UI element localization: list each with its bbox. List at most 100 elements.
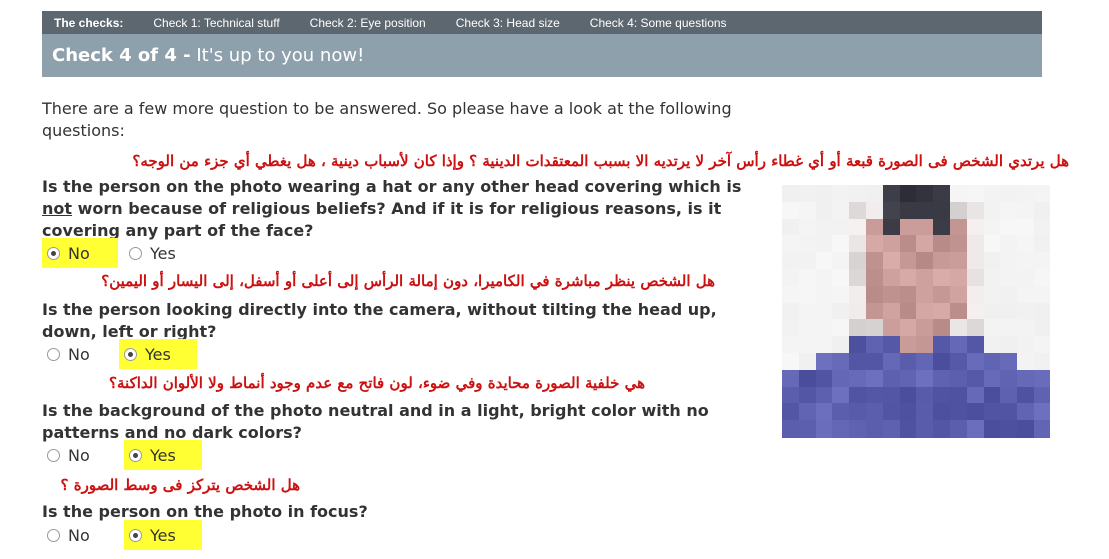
photo-pixel — [782, 403, 800, 422]
photo-pixel — [832, 403, 851, 422]
question-1-text-pre: Is the person on the photo wearing a hat… — [42, 177, 742, 196]
photo-pixel — [882, 201, 901, 220]
photo-pixel — [815, 269, 834, 287]
photo-pixel — [1034, 336, 1050, 354]
photo-pixel — [899, 353, 918, 371]
photo-pixel — [849, 235, 867, 254]
photo-pixel — [966, 403, 985, 422]
photo-pixel — [782, 285, 800, 304]
radio-selected-icon[interactable] — [129, 448, 142, 462]
photo-pixel — [1034, 403, 1050, 422]
photo-pixel — [1000, 319, 1019, 338]
photo-pixel — [983, 218, 1002, 237]
photo-pixel — [933, 185, 951, 203]
photo-pixel — [798, 218, 817, 237]
option-label: No — [68, 344, 90, 364]
radio-unselected-icon[interactable] — [47, 448, 60, 462]
photo-pixel — [1000, 336, 1019, 354]
photo-pixel — [1017, 420, 1035, 438]
photo-pixel — [916, 235, 935, 254]
photo-pixel — [782, 252, 800, 270]
question-3-option-yes[interactable]: Yes — [124, 440, 202, 470]
question-1-option-yes[interactable]: Yes — [124, 238, 194, 268]
photo-pixel — [933, 235, 951, 254]
photo-pixel — [882, 369, 901, 388]
photo-pixel — [983, 185, 1002, 203]
photo-pixel — [899, 185, 918, 203]
question-4-option-no[interactable]: No — [42, 520, 112, 550]
question-3-option-no[interactable]: No — [42, 440, 112, 470]
photo-pixel — [899, 403, 918, 422]
photo-pixel — [866, 369, 884, 388]
checks-nav: The checks: Check 1: Technical stuff Che… — [42, 11, 1042, 34]
nav-check-3[interactable]: Check 3: Head size — [456, 16, 560, 30]
photo-pixel — [866, 201, 884, 220]
photo-pixel — [832, 386, 851, 405]
photo-pixel — [966, 369, 985, 388]
photo-pixel — [966, 252, 985, 270]
photo-pixel — [1000, 218, 1019, 237]
radio-unselected-icon[interactable] — [47, 347, 60, 361]
photo-pixel — [1017, 369, 1035, 388]
photo-pixel — [832, 285, 851, 304]
photo-pixel — [849, 420, 867, 438]
photo-pixel — [882, 185, 901, 203]
photo-pixel — [950, 302, 968, 321]
photo-pixel — [866, 235, 884, 254]
photo-pixel — [882, 420, 901, 438]
photo-pixel — [916, 319, 935, 338]
nav-check-2[interactable]: Check 2: Eye position — [310, 16, 426, 30]
radio-selected-icon[interactable] — [129, 528, 142, 542]
photo-pixel — [849, 269, 867, 287]
photo-pixel — [1017, 218, 1035, 237]
photo-pixel — [1017, 386, 1035, 405]
option-label: No — [68, 243, 90, 263]
photo-pixel — [933, 353, 951, 371]
photo-pixel — [899, 319, 918, 338]
photo-pixel — [1000, 353, 1019, 371]
photo-pixel — [950, 235, 968, 254]
photo-pixel — [815, 302, 834, 321]
photo-pixel — [798, 369, 817, 388]
photo-pixel — [798, 386, 817, 405]
photo-pixel — [815, 386, 834, 405]
photo-pixel — [882, 336, 901, 354]
photo-pixel — [1017, 252, 1035, 270]
photo-pixel — [849, 319, 867, 338]
photo-pixel — [849, 185, 867, 203]
photo-pixel — [849, 201, 867, 220]
nav-check-4[interactable]: Check 4: Some questions — [590, 16, 727, 30]
photo-pixel — [916, 201, 935, 220]
photo-pixel — [1034, 218, 1050, 237]
photo-pixel — [1000, 252, 1019, 270]
question-1-option-no[interactable]: No — [42, 238, 118, 268]
page-title-step: Check 4 of 4 - — [52, 45, 191, 66]
photo-pixel — [1000, 185, 1019, 203]
photo-pixel — [1000, 285, 1019, 304]
photo-pixel — [950, 403, 968, 422]
photo-pixel — [832, 420, 851, 438]
question-4-option-yes[interactable]: Yes — [124, 520, 202, 550]
radio-unselected-icon[interactable] — [129, 246, 142, 260]
photo-pixel — [815, 185, 834, 203]
photo-pixel — [916, 252, 935, 270]
question-2-option-yes[interactable]: Yes — [119, 339, 197, 369]
photo-pixel — [815, 201, 834, 220]
photo-pixel — [933, 319, 951, 338]
photo-pixel — [916, 336, 935, 354]
photo-pixel — [832, 369, 851, 388]
radio-unselected-icon[interactable] — [47, 528, 60, 542]
photo-pixel — [899, 285, 918, 304]
radio-selected-icon[interactable] — [47, 246, 60, 260]
photo-pixel — [966, 353, 985, 371]
nav-check-1[interactable]: Check 1: Technical stuff — [153, 16, 279, 30]
checks-nav-label: The checks: — [54, 15, 124, 30]
photo-pixel — [966, 420, 985, 438]
radio-selected-icon[interactable] — [124, 347, 137, 361]
photo-pixel — [950, 201, 968, 220]
photo-pixel — [882, 285, 901, 304]
photo-pixel — [815, 403, 834, 422]
question-2-option-no[interactable]: No — [42, 339, 112, 369]
photo-pixel — [950, 269, 968, 287]
photo-pixel — [933, 336, 951, 354]
